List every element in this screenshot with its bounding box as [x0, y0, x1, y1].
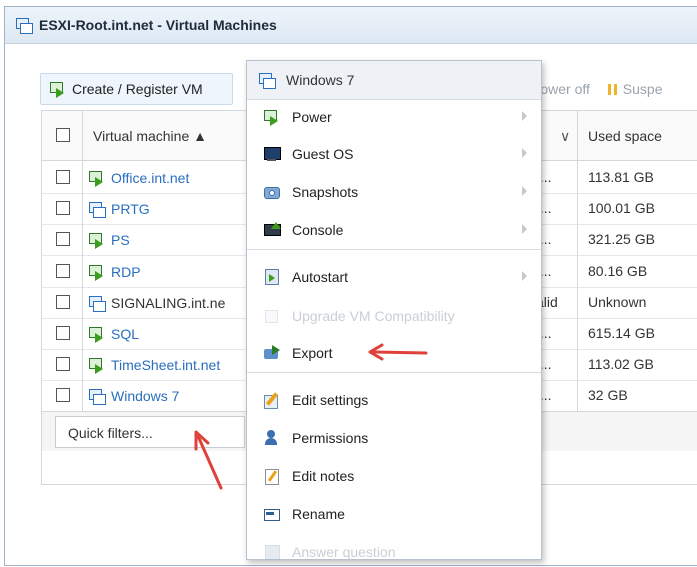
annotation-layer: [194, 343, 428, 490]
arrow-to-export: [368, 343, 428, 361]
arrow-to-windows-7: [194, 430, 223, 490]
